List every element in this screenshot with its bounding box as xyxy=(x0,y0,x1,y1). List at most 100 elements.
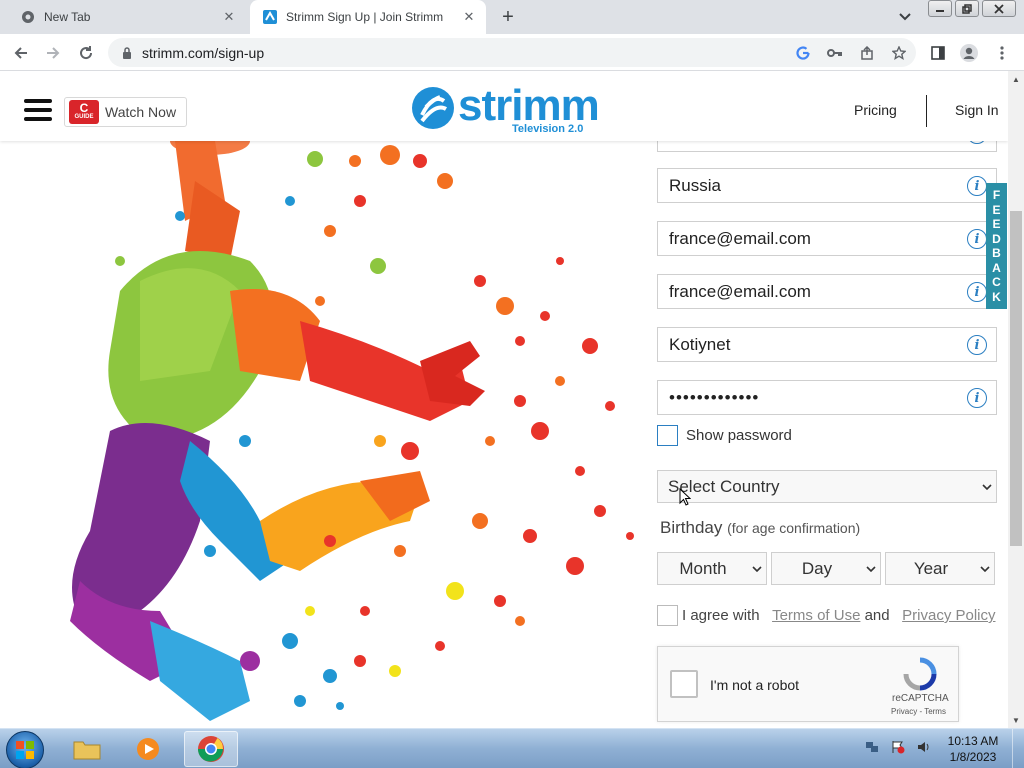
url-text[interactable]: strimm.com/sign-up xyxy=(142,45,264,61)
chevron-down-icon xyxy=(978,481,996,493)
reload-icon[interactable] xyxy=(75,42,97,64)
year-dropdown[interactable]: Year xyxy=(885,552,995,585)
forward-arrow-icon[interactable] xyxy=(42,42,64,64)
bookmark-star-icon[interactable] xyxy=(890,44,908,62)
window-controls xyxy=(928,0,1016,17)
strimm-favicon-icon xyxy=(262,9,278,25)
agree-terms-checkbox[interactable] xyxy=(657,605,678,626)
key-icon[interactable] xyxy=(826,44,844,62)
info-icon[interactable]: i xyxy=(967,176,987,196)
strimm-logo-mark xyxy=(412,87,454,129)
chrome-icon xyxy=(20,9,36,25)
email-field[interactable]: france@email.com i xyxy=(657,221,997,256)
site-header: C GUIDE Watch Now strimm Television 2.0 … xyxy=(0,71,1008,141)
omnibox-actions xyxy=(794,44,908,62)
google-icon[interactable] xyxy=(794,44,812,62)
day-dropdown[interactable]: Day xyxy=(771,552,881,585)
select-country-value: Select Country xyxy=(668,476,780,496)
recaptcha-logo-icon xyxy=(903,657,937,691)
info-icon[interactable]: i xyxy=(967,335,987,355)
scroll-up-arrow-icon[interactable]: ▲ xyxy=(1008,71,1024,87)
recaptcha-privacy-terms[interactable]: Privacy - Terms xyxy=(891,707,946,716)
restore-button[interactable] xyxy=(955,0,979,17)
browser-tab-strip: New Tab ✕ Strimm Sign Up | Join Strimm ✕… xyxy=(0,0,1024,34)
chevron-down-icon xyxy=(976,563,994,575)
media-player-taskbar-button[interactable] xyxy=(121,731,175,767)
chrome-menu-icon[interactable] xyxy=(991,42,1013,64)
chrome-taskbar-button[interactable] xyxy=(184,731,238,767)
page-scrollbar[interactable]: ▲ ▼ xyxy=(1008,71,1024,728)
chrome-icon xyxy=(197,736,224,762)
nav-pricing-link[interactable]: Pricing xyxy=(854,102,897,118)
hamburger-menu-icon[interactable] xyxy=(24,99,52,121)
recaptcha-widget: I'm not a robot reCAPTCHA Privacy - Term… xyxy=(657,646,959,722)
info-icon[interactable]: i xyxy=(967,229,987,249)
confirm-email-field[interactable]: france@email.com i xyxy=(657,274,997,309)
select-country-dropdown[interactable]: Select Country xyxy=(657,470,997,503)
close-window-button[interactable] xyxy=(982,0,1016,17)
close-icon[interactable]: ✕ xyxy=(220,8,238,26)
tab-search-icon[interactable] xyxy=(895,8,915,26)
confirm-email-value: france@email.com xyxy=(669,281,811,301)
new-tab-button[interactable]: + xyxy=(498,6,518,28)
back-arrow-icon[interactable] xyxy=(10,42,32,64)
tab-new-tab[interactable]: New Tab ✕ xyxy=(8,0,246,34)
tab-strimm-sign-up[interactable]: Strimm Sign Up | Join Strimm ✕ xyxy=(250,0,486,34)
minimize-button[interactable] xyxy=(928,0,952,17)
password-field[interactable]: ••••••••••••• i xyxy=(657,380,997,415)
strimm-logo[interactable]: strimm Television 2.0 xyxy=(412,81,612,141)
action-center-flag-icon[interactable] xyxy=(890,739,906,755)
windows-taskbar: 10:13 AM 1/8/2023 xyxy=(0,728,1024,768)
network-icon[interactable] xyxy=(864,739,880,755)
agree-terms-text: I agree with Terms of Use and Privacy Po… xyxy=(682,607,996,624)
privacy-policy-link[interactable]: Privacy Policy xyxy=(902,607,995,624)
show-password-checkbox[interactable] xyxy=(657,425,678,446)
tab-title: New Tab xyxy=(44,10,91,24)
info-icon[interactable]: i xyxy=(967,282,987,302)
scroll-thumb[interactable] xyxy=(1010,211,1022,546)
folder-icon xyxy=(73,741,101,760)
chevron-down-icon xyxy=(748,563,766,575)
day-value: Day xyxy=(801,558,833,578)
feedback-tab[interactable]: FEEDBACK xyxy=(986,183,1007,309)
show-desktop-button[interactable] xyxy=(1012,729,1024,768)
browser-toolbar: strimm.com/sign-up xyxy=(0,34,1024,71)
email-value: france@email.com xyxy=(669,228,811,248)
show-password-label[interactable]: Show password xyxy=(686,427,792,444)
start-button[interactable] xyxy=(6,731,44,768)
chevron-down-icon xyxy=(862,563,880,575)
share-icon[interactable] xyxy=(858,44,876,62)
file-explorer-taskbar-button[interactable] xyxy=(60,731,114,767)
paint-splash-illustration xyxy=(70,141,634,721)
recaptcha-brand: reCAPTCHA xyxy=(892,693,949,704)
nav-sign-in-link[interactable]: Sign In xyxy=(955,102,999,118)
username-field[interactable]: Kotiynet i xyxy=(657,327,997,362)
address-bar[interactable]: strimm.com/sign-up xyxy=(108,38,916,67)
system-tray xyxy=(864,739,932,755)
city-field[interactable]: Russia i xyxy=(657,168,997,203)
terms-of-use-link[interactable]: Terms of Use xyxy=(772,607,860,624)
taskbar-clock[interactable]: 10:13 AM 1/8/2023 xyxy=(940,733,1006,765)
username-value: Kotiynet xyxy=(669,334,731,354)
info-icon[interactable]: i xyxy=(967,388,987,408)
c-guide-logo: C GUIDE xyxy=(69,100,99,124)
page-viewport: C GUIDE Watch Now strimm Television 2.0 … xyxy=(0,71,1008,728)
windows-logo-icon xyxy=(16,741,34,759)
recaptcha-checkbox[interactable] xyxy=(670,670,698,698)
clock-time: 10:13 AM xyxy=(947,734,999,748)
scroll-down-arrow-icon[interactable]: ▼ xyxy=(1008,712,1024,728)
profile-avatar-icon[interactable] xyxy=(958,42,980,64)
month-value: Month xyxy=(679,558,727,578)
mouse-cursor-icon xyxy=(679,488,691,506)
birthday-note: (for age confirmation) xyxy=(727,520,861,536)
side-panel-icon[interactable] xyxy=(927,42,949,64)
month-dropdown[interactable]: Month xyxy=(657,552,767,585)
strimm-tagline: Television 2.0 xyxy=(512,123,584,135)
clock-date: 1/8/2023 xyxy=(949,750,997,764)
close-icon[interactable]: ✕ xyxy=(460,8,478,26)
lock-icon[interactable] xyxy=(120,46,134,60)
watch-now-label: Watch Now xyxy=(105,104,177,120)
volume-icon[interactable] xyxy=(916,739,932,755)
watch-now-button[interactable]: C GUIDE Watch Now xyxy=(64,97,187,127)
birthday-label: Birthday (for age confirmation) xyxy=(660,518,861,537)
